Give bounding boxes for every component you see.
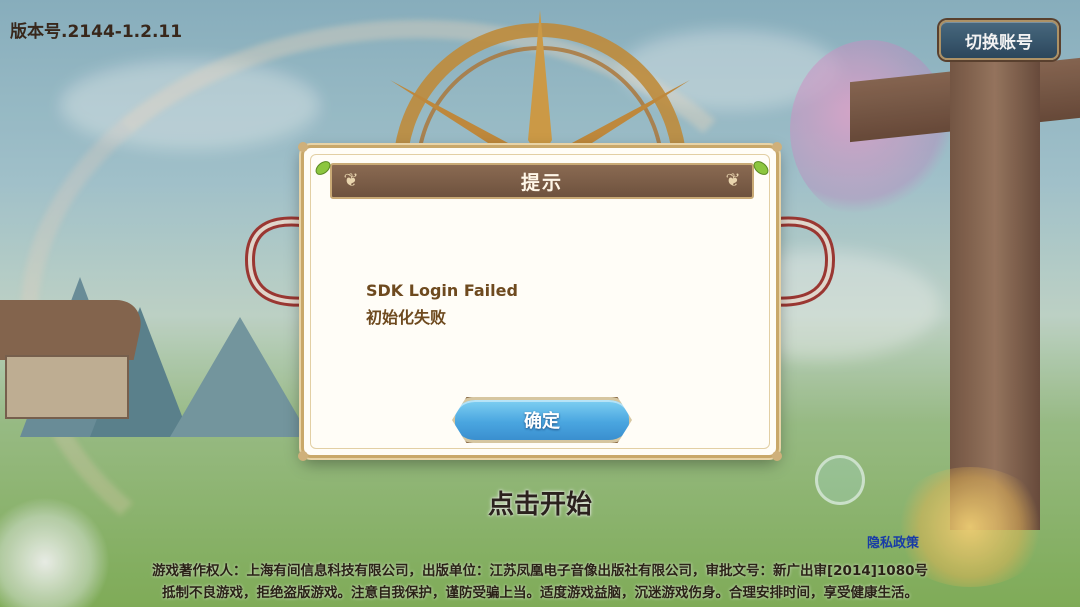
leaf-icon [315, 161, 331, 175]
leaf-icon [753, 161, 769, 175]
dialog-message-error: SDK Login Failed [366, 281, 518, 300]
dialog-title-bar: ❦ 提示 ❦ [315, 161, 769, 199]
alert-dialog: ❦ 提示 ❦ SDK Login Failed 初始化失败 确定 [298, 142, 782, 461]
dialog-corner-ornament [772, 142, 782, 152]
dialog-title: 提示 [520, 171, 563, 194]
dialog-message-detail: 初始化失败 [366, 308, 447, 327]
dialog-corner-ornament [298, 451, 308, 461]
scroll-ornament-icon: ❦ [725, 170, 741, 191]
dialog-corner-ornament [772, 451, 782, 461]
confirm-button[interactable]: 确定 [452, 397, 632, 443]
dialog-corner-ornament [298, 142, 308, 152]
scroll-ornament-icon: ❦ [343, 170, 359, 191]
